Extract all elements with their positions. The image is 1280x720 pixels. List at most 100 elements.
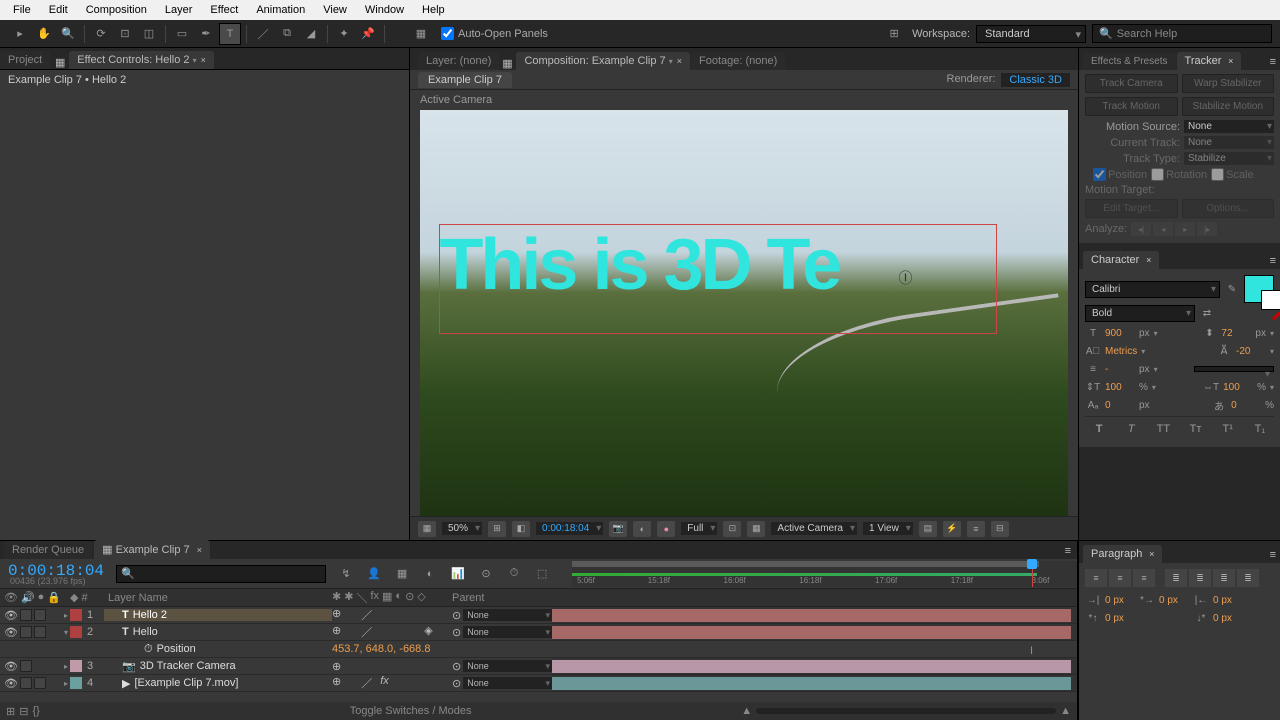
- close-icon[interactable]: ×: [1149, 549, 1154, 559]
- pen-tool-icon[interactable]: ✒: [195, 23, 217, 45]
- justify-right-button[interactable]: ≣: [1213, 569, 1235, 587]
- bold-button[interactable]: T: [1089, 421, 1109, 437]
- fast-preview-icon[interactable]: ⚡: [943, 521, 961, 537]
- panel-menu-icon[interactable]: ≡: [1266, 54, 1280, 70]
- panel-menu-icon[interactable]: ≡: [1266, 253, 1280, 269]
- toggle-switch-icon[interactable]: {}: [32, 705, 39, 717]
- zoom-tool-icon[interactable]: 🔍: [57, 23, 79, 45]
- close-icon[interactable]: ×: [1146, 255, 1151, 265]
- alpha-toggle-icon[interactable]: ▦: [418, 521, 436, 537]
- menu-composition[interactable]: Composition: [77, 2, 156, 18]
- show-channel-icon[interactable]: ◐: [633, 521, 651, 537]
- panel-menu-icon[interactable]: ≡: [1266, 547, 1280, 563]
- color-mgmt-icon[interactable]: ●: [657, 521, 675, 537]
- eraser-tool-icon[interactable]: ◢: [300, 23, 322, 45]
- shy-icon[interactable]: 👤: [363, 563, 385, 585]
- font-family-dropdown[interactable]: Calibri: [1085, 281, 1220, 298]
- hscale-field[interactable]: 100: [1223, 382, 1253, 393]
- toggle-switch-icon[interactable]: ⊞: [6, 705, 15, 718]
- position-value[interactable]: 453.7, 648.0, -668.8: [332, 643, 552, 655]
- pickwhip-icon[interactable]: ⊙: [452, 609, 461, 622]
- align-left-button[interactable]: ≡: [1085, 569, 1107, 587]
- menu-animation[interactable]: Animation: [247, 2, 314, 18]
- font-style-dropdown[interactable]: Bold: [1085, 305, 1195, 322]
- indent-first-field[interactable]: 0 px: [1159, 595, 1189, 606]
- expand-icon[interactable]: ▾: [64, 628, 68, 637]
- hand-tool-icon[interactable]: ✋: [33, 23, 55, 45]
- fill-color-swatch[interactable]: [1244, 275, 1274, 303]
- puppet-tool-icon[interactable]: 📌: [357, 23, 379, 45]
- zoom-in-icon[interactable]: ▲: [1060, 705, 1071, 717]
- tab-paragraph[interactable]: Paragraph ×: [1083, 545, 1162, 563]
- leading-field[interactable]: 72: [1221, 328, 1251, 339]
- draft-3d-icon[interactable]: ⬚: [531, 563, 553, 585]
- timeline-icon[interactable]: ≡: [967, 521, 985, 537]
- snapshot-icon[interactable]: 📷: [609, 521, 627, 537]
- tab-render-queue[interactable]: Render Queue: [4, 541, 92, 559]
- toggle-switches-button[interactable]: Toggle Switches / Modes: [350, 705, 472, 717]
- parent-dropdown[interactable]: None: [463, 660, 552, 672]
- parent-dropdown[interactable]: None: [463, 609, 552, 621]
- layer-row[interactable]: 👁 ▸1 T Hello 2 ⊕／ ⊙None: [0, 607, 1077, 624]
- tab-timeline-comp[interactable]: ▦ Example Clip 7 ×: [94, 540, 210, 559]
- expand-icon[interactable]: ▸: [64, 662, 68, 671]
- tab-layer-none[interactable]: Layer: (none): [418, 52, 499, 70]
- resolution-dropdown[interactable]: Full: [681, 522, 717, 535]
- frame-blend-icon[interactable]: ▦: [391, 563, 413, 585]
- panel-toggle-icon[interactable]: ▦: [410, 23, 432, 45]
- parent-dropdown[interactable]: None: [463, 626, 552, 638]
- search-help-input[interactable]: 🔍 Search Help: [1092, 24, 1272, 43]
- text-layer-overlay[interactable]: This is 3D Te: [439, 224, 839, 306]
- roto-tool-icon[interactable]: ✦: [333, 23, 355, 45]
- stopwatch-icon[interactable]: ⏱: [503, 563, 525, 585]
- playhead-knob[interactable]: [1027, 559, 1037, 569]
- space-after-field[interactable]: 0 px: [1213, 613, 1243, 624]
- rotate-tool-icon[interactable]: ⟳: [90, 23, 112, 45]
- stopwatch-icon[interactable]: ⏱: [144, 643, 153, 656]
- warp-stabilizer-button[interactable]: Warp Stabilizer: [1182, 74, 1275, 93]
- space-before-field[interactable]: 0 px: [1105, 613, 1135, 624]
- tab-composition[interactable]: Composition: Example Clip 7 ▾×: [516, 52, 690, 70]
- property-row[interactable]: ⏱ Position 453.7, 648.0, -668.8 I: [0, 641, 1077, 658]
- transparency-grid-icon[interactable]: ▦: [747, 521, 765, 537]
- menu-effect[interactable]: Effect: [201, 2, 247, 18]
- workspace-dropdown[interactable]: Standard: [976, 25, 1086, 43]
- graph-editor-icon[interactable]: 📊: [447, 563, 469, 585]
- menu-edit[interactable]: Edit: [40, 2, 77, 18]
- brain-icon[interactable]: ⊙: [475, 563, 497, 585]
- italic-button[interactable]: T: [1121, 421, 1141, 437]
- snapping-icon[interactable]: ⊞: [883, 23, 905, 45]
- visibility-toggle[interactable]: 👁: [4, 609, 18, 622]
- menu-file[interactable]: File: [4, 2, 40, 18]
- brush-tool-icon[interactable]: ／: [252, 23, 274, 45]
- align-right-button[interactable]: ≡: [1133, 569, 1155, 587]
- selection-tool-icon[interactable]: ▸: [9, 23, 31, 45]
- menu-layer[interactable]: Layer: [156, 2, 202, 18]
- layer-row[interactable]: 👁 ▸3 📷 3D Tracker Camera ⊕ ⊙None: [0, 658, 1077, 675]
- pan-behind-tool-icon[interactable]: ◫: [138, 23, 160, 45]
- camera-tool-icon[interactable]: ⊡: [114, 23, 136, 45]
- subscript-button[interactable]: T₁: [1250, 421, 1270, 437]
- pickwhip-icon[interactable]: ⊙: [452, 677, 461, 690]
- expand-icon[interactable]: ▸: [64, 611, 68, 620]
- swap-colors-icon[interactable]: ⇄: [1199, 307, 1215, 321]
- indent-right-field[interactable]: 0 px: [1213, 595, 1243, 606]
- allcaps-button[interactable]: TT: [1153, 421, 1173, 437]
- smallcaps-button[interactable]: Tᴛ: [1186, 421, 1206, 437]
- mask-icon[interactable]: ◧: [512, 521, 530, 537]
- tab-effect-controls[interactable]: Effect Controls: Hello 2 ▾×: [69, 51, 214, 69]
- close-icon[interactable]: ×: [1228, 56, 1233, 66]
- pixel-aspect-icon[interactable]: ▤: [919, 521, 937, 537]
- baseline-field[interactable]: 0: [1105, 400, 1135, 411]
- tab-project[interactable]: Project: [0, 51, 50, 69]
- visibility-toggle[interactable]: 👁: [4, 677, 18, 690]
- justify-left-button[interactable]: ≣: [1165, 569, 1187, 587]
- tab-effects-presets[interactable]: Effects & Presets: [1083, 53, 1176, 70]
- zoom-slider[interactable]: [756, 708, 1056, 714]
- grid-icon[interactable]: ⊞: [488, 521, 506, 537]
- eyedropper-icon[interactable]: ✎: [1224, 282, 1240, 296]
- superscript-button[interactable]: T¹: [1218, 421, 1238, 437]
- tracking-field[interactable]: -20: [1236, 346, 1266, 357]
- composition-viewport[interactable]: This is 3D Te Ⓘ: [420, 110, 1068, 516]
- indent-left-field[interactable]: 0 px: [1105, 595, 1135, 606]
